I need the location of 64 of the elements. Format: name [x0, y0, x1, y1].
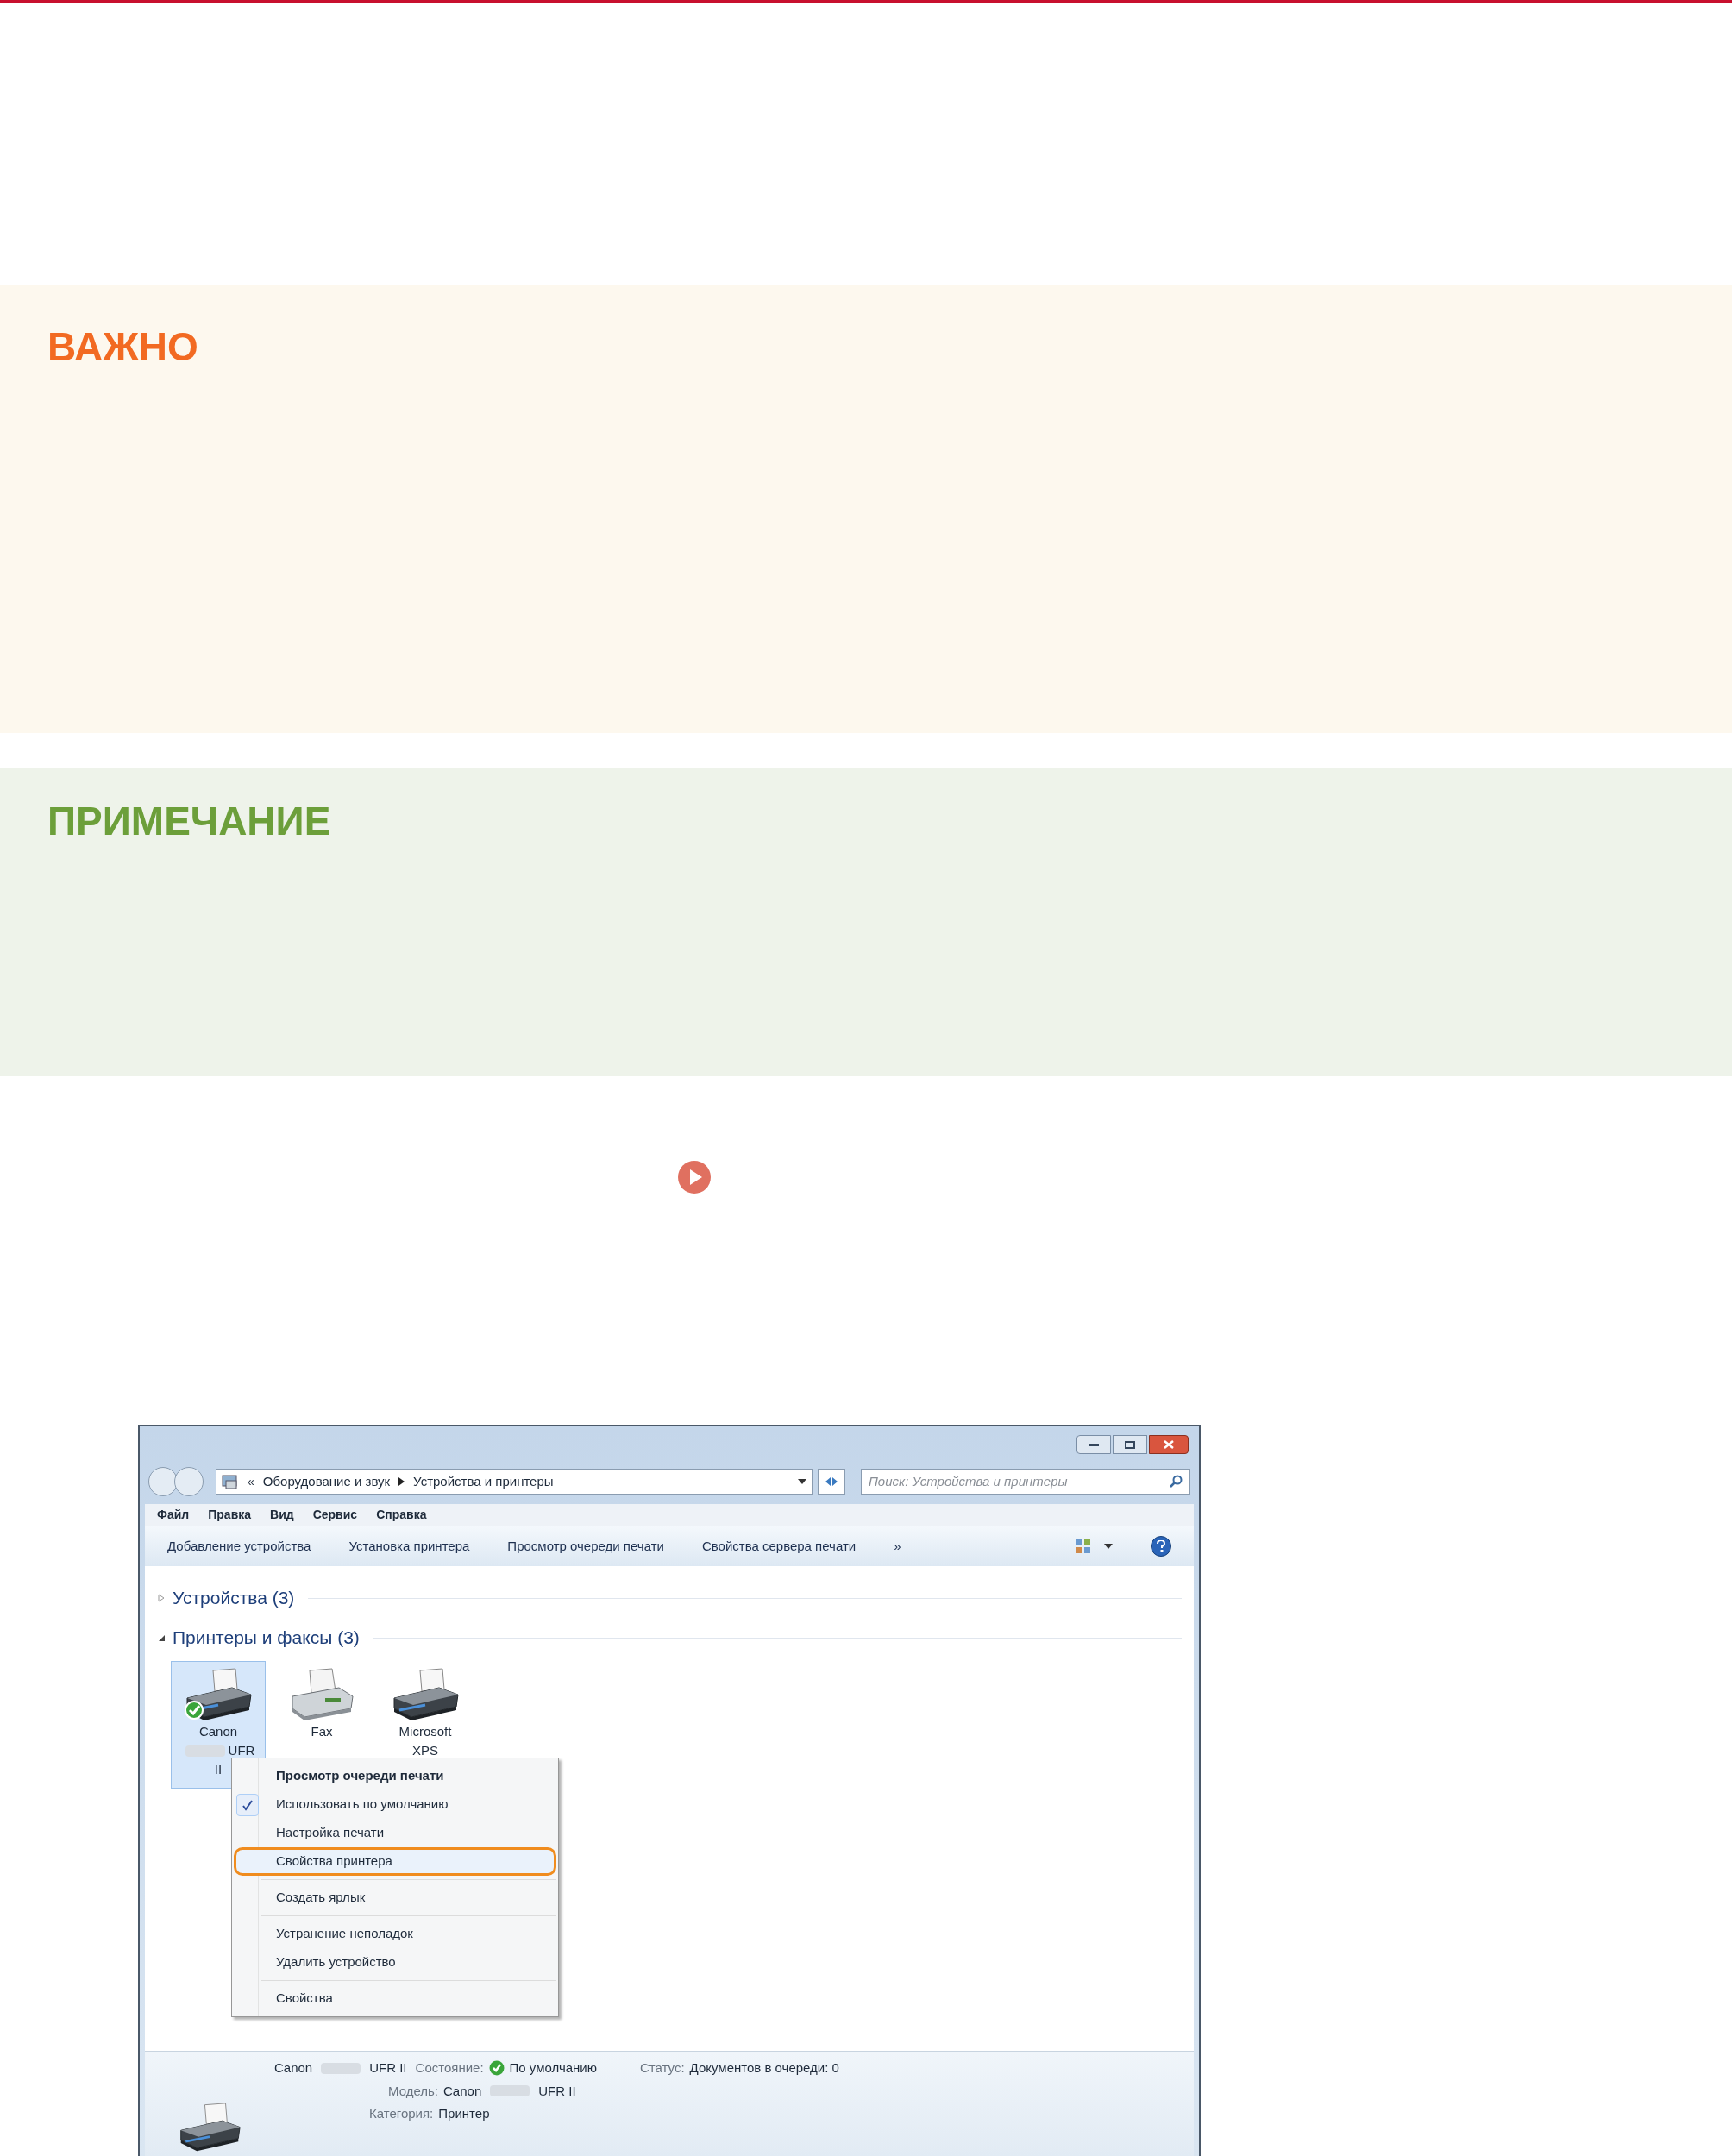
blurred-text	[321, 2062, 361, 2074]
printer-name: UFR II	[369, 2059, 407, 2077]
field-value: Принтер	[438, 2105, 490, 2122]
view-options-button[interactable]	[1075, 1539, 1113, 1554]
note-heading: ПРИМЕЧАНИЕ	[47, 798, 331, 845]
context-menu-item[interactable]: Свойства	[234, 1984, 556, 2013]
refresh-button[interactable]	[818, 1469, 845, 1495]
context-menu-item[interactable]: Устранение неполадок	[234, 1920, 556, 1948]
refresh-icon	[824, 1476, 839, 1488]
breadcrumb-item[interactable]: Оборудование и звук	[262, 1471, 391, 1492]
toolbar-button[interactable]: Просмотр очереди печати	[507, 1536, 664, 1557]
printer-with-check-icon	[184, 1667, 253, 1722]
group-header[interactable]: Принтеры и факсы (3)	[173, 1624, 360, 1651]
printer-name: Canon	[274, 2059, 313, 2077]
search-icon	[1169, 1475, 1183, 1489]
menu-item[interactable]: Правка	[208, 1506, 252, 1524]
important-heading: ВАЖНО	[47, 323, 198, 371]
field-label: Состояние:	[415, 2059, 484, 2077]
breadcrumb-overflow-button[interactable]: «	[248, 1472, 254, 1491]
help-icon	[1157, 1540, 1165, 1552]
toolbar-button[interactable]: Свойства сервера печати	[701, 1536, 857, 1557]
view-grid-icon	[1075, 1539, 1092, 1554]
context-menu-item[interactable]: Свойства принтера	[234, 1847, 556, 1876]
context-menu-item[interactable]: Использовать по умолчанию	[234, 1790, 556, 1819]
minimize-button[interactable]	[1076, 1435, 1111, 1454]
menu-item[interactable]: Сервис	[312, 1506, 358, 1524]
address-bar[interactable]: « Оборудование и звук Устройства и принтеры	[216, 1469, 813, 1495]
printer-icon	[391, 1667, 460, 1722]
dropdown-arrow-icon[interactable]	[798, 1479, 806, 1484]
field-value: UFR II	[538, 2082, 576, 2100]
context-menu-item[interactable]: Удалить устройство	[234, 1948, 556, 1977]
breadcrumb-item[interactable]: Устройства и принтеры	[413, 1471, 554, 1492]
device-label: II	[214, 1761, 223, 1778]
maximize-button[interactable]	[1113, 1435, 1147, 1454]
toolbar-button[interactable]: »	[894, 1536, 901, 1557]
menu-item[interactable]: Файл	[157, 1506, 190, 1524]
field-value: Canon	[443, 2082, 482, 2100]
breadcrumb-arrow-icon	[398, 1477, 405, 1486]
device-label: Fax	[311, 1723, 333, 1740]
menu-item[interactable]: Вид	[270, 1506, 294, 1524]
field-label: Статус:	[640, 2059, 685, 2077]
field-label: Категория:	[369, 2105, 434, 2122]
context-menu-item[interactable]: Настройка печати	[234, 1819, 556, 1847]
device-label: Microsoft	[398, 1723, 452, 1740]
field-label: Модель:	[388, 2082, 438, 2100]
collapse-arrow-icon[interactable]	[157, 1633, 166, 1642]
play-icon	[678, 1161, 711, 1194]
device-label: Canon	[198, 1723, 238, 1740]
device-label: XPS	[412, 1742, 438, 1759]
close-icon	[1164, 1440, 1174, 1449]
caret-icon	[1104, 1544, 1113, 1549]
close-button[interactable]	[1149, 1435, 1189, 1454]
field-value: По умолчанию	[509, 2059, 597, 2077]
group-header[interactable]: Устройства (3)	[173, 1584, 295, 1612]
menu-item[interactable]: Справка	[376, 1506, 427, 1524]
toolbar-button[interactable]: Установка принтера	[348, 1536, 470, 1557]
printer-icon	[178, 2101, 242, 2153]
check-icon	[488, 2060, 505, 2077]
device-label: UFR	[228, 1742, 255, 1759]
field-value: Документов в очереди: 0	[689, 2059, 839, 2077]
context-menu-item[interactable]: Создать ярлык	[234, 1883, 556, 1912]
help-button[interactable]	[1151, 1536, 1171, 1557]
toolbar-button[interactable]: Добавление устройства	[167, 1536, 311, 1557]
device-tile[interactable]: Canon UFR II	[171, 1661, 266, 1789]
